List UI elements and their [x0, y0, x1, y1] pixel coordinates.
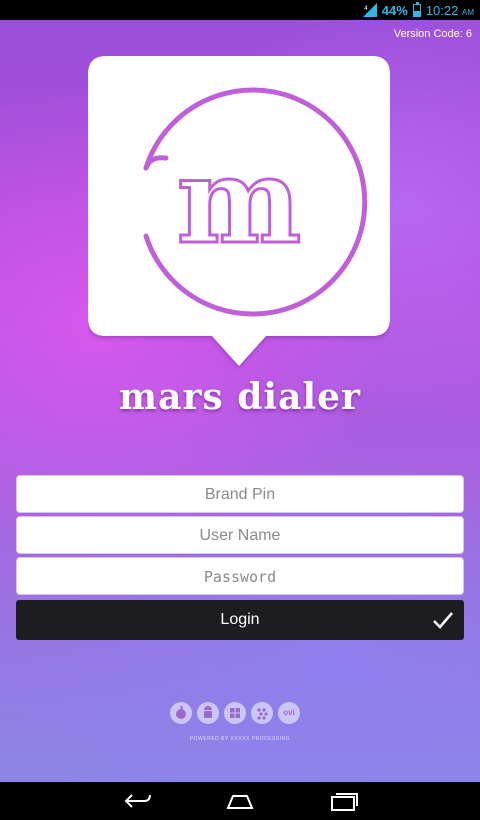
recent-apps-icon[interactable]	[328, 790, 360, 812]
app-screen: Version Code: 6 m mars dialer Brand Pin …	[0, 20, 480, 782]
ovi-icon: ovi	[278, 702, 300, 724]
password-field[interactable]: Password	[16, 557, 464, 595]
back-icon[interactable]	[122, 790, 154, 812]
clock: 10:22 AM	[426, 3, 474, 18]
apple-icon	[170, 702, 192, 724]
status-indicators: 4 44% 10:22 AM	[362, 1, 474, 18]
platform-icons: ovi	[170, 702, 300, 724]
login-label: Login	[220, 611, 260, 628]
blackberry-icon	[251, 702, 273, 724]
svg-text:4: 4	[364, 5, 368, 12]
status-bar: 4 44% 10:22 AM	[0, 0, 480, 20]
login-button[interactable]: Login	[16, 600, 464, 640]
battery-icon	[412, 1, 421, 17]
username-field[interactable]: User Name	[16, 516, 464, 554]
logo-letter: m	[177, 131, 302, 270]
brand-name: mars dialer	[119, 376, 361, 418]
brand-pin-field[interactable]: Brand Pin	[16, 475, 464, 513]
app-logo: m	[88, 56, 390, 366]
windows-icon	[224, 702, 246, 724]
home-icon[interactable]	[224, 790, 256, 812]
navigation-bar	[0, 782, 480, 820]
battery-percent: 44%	[381, 2, 408, 18]
version-code: Version Code: 6	[393, 28, 472, 40]
powered-by-text: POWERED BY XXXXX PROCESSING	[189, 736, 291, 742]
android-icon	[197, 702, 219, 724]
check-icon	[433, 612, 453, 629]
clock-time: 10:22	[425, 2, 459, 18]
clock-ampm: AM	[462, 7, 474, 17]
signal-icon: 4	[362, 3, 377, 17]
